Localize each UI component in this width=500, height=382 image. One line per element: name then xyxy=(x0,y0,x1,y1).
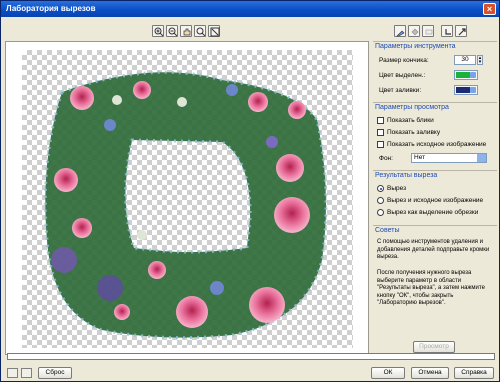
tips-panel: Советы С помощью инструментов удаления и… xyxy=(373,225,497,341)
help-button[interactable]: Справка xyxy=(454,367,494,379)
progress-bar xyxy=(7,353,495,360)
window-title: Лаборатория вырезов xyxy=(6,4,96,13)
fill-color-picker[interactable] xyxy=(454,85,478,95)
show-highlight-label: Показать блики xyxy=(387,117,434,124)
tip-size-label: Размер кончика: xyxy=(379,57,429,64)
before-after-icon[interactable] xyxy=(7,368,18,378)
eraser-icon[interactable] xyxy=(422,25,434,37)
zoom-out-icon[interactable] xyxy=(166,25,178,37)
chevron-down-icon xyxy=(470,72,476,78)
zoom-fit-icon[interactable] xyxy=(194,25,206,37)
reset-button[interactable]: Сброс xyxy=(38,367,72,379)
chevron-down-icon xyxy=(477,154,486,162)
ok-button[interactable]: ОК xyxy=(371,367,405,379)
cut-result-option-label: Вырез как выделение обрезки xyxy=(387,209,479,216)
fill-color-label: Цвет заливки: xyxy=(379,87,422,94)
tips-header: Советы xyxy=(375,227,400,234)
flower-wreath-image xyxy=(43,70,328,340)
cut-result-radio-crop-selection[interactable] xyxy=(377,209,384,216)
cut-result-radio-with-original[interactable] xyxy=(377,197,384,204)
transparency-checkerboard xyxy=(22,50,353,348)
tips-text-1: С помощью инструментов удаления и добавл… xyxy=(377,239,490,260)
hand-tool-icon[interactable] xyxy=(180,25,192,37)
cut-result-option-label: Вырез и исходное изображение xyxy=(387,197,484,204)
show-highlight-checkbox[interactable] xyxy=(377,117,384,124)
highlight-color-swatch xyxy=(456,72,470,78)
fill-tool-icon[interactable] xyxy=(408,25,420,37)
background-label-text: Фон: xyxy=(379,155,393,162)
show-fill-label: Показать заливку xyxy=(387,129,441,136)
background-select[interactable]: Нет xyxy=(411,153,487,163)
view-params-header: Параметры просмотра xyxy=(375,104,449,111)
highlight-color-label: Цвет выделен.: xyxy=(379,72,426,79)
tool-params-panel: Параметры инструмента Размер кончика: 30… xyxy=(373,41,497,97)
title-bar: Лаборатория вырезов × xyxy=(1,1,499,17)
cut-result-header: Результаты выреза xyxy=(375,172,438,179)
cutout-lab-window: Лаборатория вырезов × Параметры инструме… xyxy=(0,0,500,382)
preview-canvas[interactable] xyxy=(5,41,369,355)
split-view-icon[interactable] xyxy=(21,368,32,378)
preview-button[interactable]: Просмотр xyxy=(413,341,455,353)
undo-icon[interactable] xyxy=(441,25,453,37)
cut-result-panel: Результаты выреза Вырез Вырез и исходное… xyxy=(373,170,497,222)
redo-icon[interactable] xyxy=(455,25,467,37)
highlight-color-picker[interactable] xyxy=(454,70,478,80)
tip-size-spinner[interactable]: ▴ ▾ xyxy=(477,55,483,65)
show-original-label: Показать исходное изображение xyxy=(387,141,487,148)
show-fill-checkbox[interactable] xyxy=(377,129,384,136)
fill-color-swatch xyxy=(456,87,470,93)
zoom-in-icon[interactable] xyxy=(152,25,164,37)
close-icon[interactable]: × xyxy=(483,3,496,15)
zoom-actual-icon[interactable] xyxy=(208,25,220,37)
background-select-value: Нет xyxy=(414,154,426,161)
cutout-brush-icon[interactable] xyxy=(394,25,406,37)
view-params-panel: Параметры просмотра Показать блики Показ… xyxy=(373,102,497,168)
tip-size-input[interactable]: 30 xyxy=(454,55,476,65)
cut-result-radio-cutout[interactable] xyxy=(377,185,384,192)
chevron-down-icon xyxy=(470,87,476,93)
tips-text-2: После получения нужного выреза выберите … xyxy=(377,270,485,306)
cut-result-option-label: Вырез xyxy=(387,185,407,192)
tool-params-header: Параметры инструмента xyxy=(375,43,456,50)
show-original-checkbox[interactable] xyxy=(377,141,384,148)
cancel-button[interactable]: Отмена xyxy=(411,367,449,379)
